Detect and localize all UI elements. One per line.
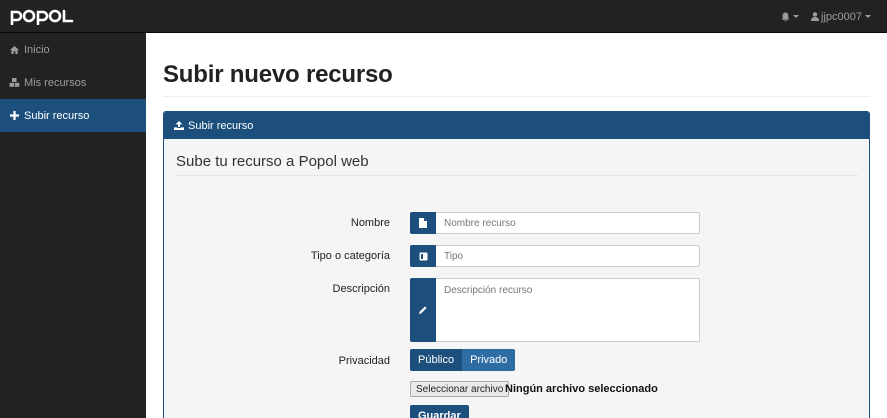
nombre-label: Nombre xyxy=(350,217,390,229)
user-icon xyxy=(811,12,820,21)
privacidad-toggle: Público Privado xyxy=(410,349,516,371)
divider xyxy=(163,96,870,97)
publico-button[interactable]: Público xyxy=(410,349,463,371)
privacidad-label: Privacidad xyxy=(338,355,390,367)
main-content: Subir nuevo recurso Subir recurso Sube t… xyxy=(146,33,887,418)
chevron-down-icon xyxy=(865,15,871,18)
popol-logo-icon xyxy=(10,9,74,25)
panel-heading: Subir recurso xyxy=(164,112,869,139)
sidebar-item-subir-recurso[interactable]: Subir recurso xyxy=(0,99,146,132)
sidebar-item-inicio[interactable]: Inicio xyxy=(0,33,146,66)
divider xyxy=(176,175,858,176)
sidebar-item-label: Mis recursos xyxy=(24,76,87,89)
plus-icon xyxy=(9,111,20,120)
nombre-input[interactable] xyxy=(436,212,700,234)
book-icon xyxy=(410,245,436,267)
panel-heading-label: Subir recurso xyxy=(188,119,254,132)
home-icon xyxy=(9,45,20,54)
sidebar-item-mis-recursos[interactable]: Mis recursos xyxy=(0,66,146,99)
privado-button[interactable]: Privado xyxy=(462,349,516,371)
sidebar-item-label: Subir recurso xyxy=(24,109,90,122)
chevron-down-icon xyxy=(793,15,800,18)
form-legend: Sube tu recurso a Popol web xyxy=(176,153,369,170)
brand-logo[interactable] xyxy=(10,7,76,27)
tipo-input[interactable] xyxy=(436,245,700,267)
descripcion-label: Descripción xyxy=(332,283,390,295)
descripcion-textarea[interactable] xyxy=(436,278,700,342)
file-status: Ningún archivo seleccionado xyxy=(505,383,658,395)
upload-icon xyxy=(174,121,184,130)
save-button[interactable]: Guardar xyxy=(410,405,469,418)
select-file-button[interactable]: Seleccionar archivo xyxy=(410,381,510,397)
tipo-label: Tipo o categoría xyxy=(310,250,390,262)
upload-panel: Subir recurso Sube tu recurso a Popol we… xyxy=(163,111,870,418)
cubes-icon xyxy=(9,78,20,87)
bell-icon xyxy=(781,12,790,21)
file-icon xyxy=(410,212,436,234)
user-name: jjpc0007 xyxy=(821,10,862,23)
pencil-icon xyxy=(410,278,436,342)
top-navbar: jjpc0007 xyxy=(0,0,887,33)
sidebar-item-label: Inicio xyxy=(24,43,50,56)
notifications-dropdown[interactable] xyxy=(775,12,805,22)
user-menu[interactable]: jjpc0007 xyxy=(805,11,877,23)
sidebar: Inicio Mis recursos Subir recurso xyxy=(0,33,146,418)
page-title: Subir nuevo recurso xyxy=(163,61,393,88)
